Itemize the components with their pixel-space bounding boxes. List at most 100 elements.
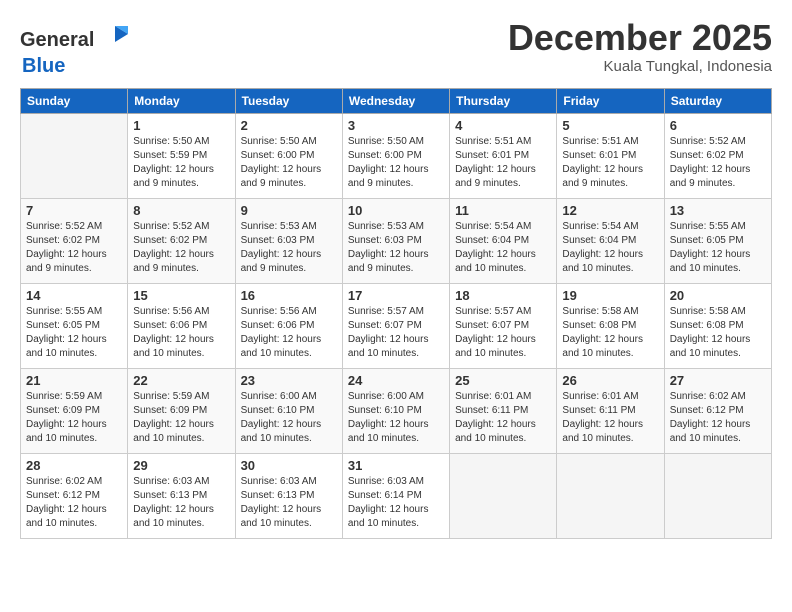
calendar-week-2: 14 Sunrise: 5:55 AMSunset: 6:05 PMDayligh… <box>21 284 772 369</box>
day-number: 3 <box>348 118 444 133</box>
calendar-cell-3-4: 25 Sunrise: 6:01 AMSunset: 6:11 PMDayligh… <box>450 369 557 454</box>
calendar-cell-0-2: 2 Sunrise: 5:50 AMSunset: 6:00 PMDaylight… <box>235 114 342 199</box>
day-number: 25 <box>455 373 551 388</box>
calendar-body: 1 Sunrise: 5:50 AMSunset: 5:59 PMDaylight… <box>21 114 772 539</box>
day-info: Sunrise: 6:01 AMSunset: 6:11 PMDaylight:… <box>562 390 658 446</box>
day-number: 11 <box>455 203 551 218</box>
day-info: Sunrise: 5:51 AMSunset: 6:01 PMDaylight:… <box>455 135 551 191</box>
day-number: 7 <box>26 203 122 218</box>
calendar-cell-3-2: 23 Sunrise: 6:00 AMSunset: 6:10 PMDayligh… <box>235 369 342 454</box>
calendar-cell-0-5: 5 Sunrise: 5:51 AMSunset: 6:01 PMDaylight… <box>557 114 664 199</box>
calendar-cell-3-5: 26 Sunrise: 6:01 AMSunset: 6:11 PMDayligh… <box>557 369 664 454</box>
day-info: Sunrise: 5:50 AMSunset: 6:00 PMDaylight:… <box>348 135 444 191</box>
day-info: Sunrise: 5:53 AMSunset: 6:03 PMDaylight:… <box>348 220 444 276</box>
day-number: 15 <box>133 288 229 303</box>
calendar-cell-2-0: 14 Sunrise: 5:55 AMSunset: 6:05 PMDayligh… <box>21 284 128 369</box>
day-number: 13 <box>670 203 766 218</box>
header: General Blue December 2025 Kuala Tungkal… <box>20 18 772 78</box>
calendar-cell-3-0: 21 Sunrise: 5:59 AMSunset: 6:09 PMDayligh… <box>21 369 128 454</box>
day-info: Sunrise: 5:53 AMSunset: 6:03 PMDaylight:… <box>241 220 337 276</box>
day-number: 19 <box>562 288 658 303</box>
calendar-week-3: 21 Sunrise: 5:59 AMSunset: 6:09 PMDayligh… <box>21 369 772 454</box>
calendar-table: Sunday Monday Tuesday Wednesday Thursday… <box>20 88 772 539</box>
th-wednesday: Wednesday <box>342 89 449 114</box>
calendar-cell-1-4: 11 Sunrise: 5:54 AMSunset: 6:04 PMDayligh… <box>450 199 557 284</box>
title-block: December 2025 Kuala Tungkal, Indonesia <box>508 18 772 75</box>
th-saturday: Saturday <box>664 89 771 114</box>
logo: General Blue <box>20 18 130 78</box>
calendar-cell-1-2: 9 Sunrise: 5:53 AMSunset: 6:03 PMDaylight… <box>235 199 342 284</box>
day-info: Sunrise: 5:52 AMSunset: 6:02 PMDaylight:… <box>26 220 122 276</box>
calendar-week-0: 1 Sunrise: 5:50 AMSunset: 5:59 PMDaylight… <box>21 114 772 199</box>
calendar-cell-0-4: 4 Sunrise: 5:51 AMSunset: 6:01 PMDaylight… <box>450 114 557 199</box>
day-info: Sunrise: 5:52 AMSunset: 6:02 PMDaylight:… <box>133 220 229 276</box>
day-number: 10 <box>348 203 444 218</box>
day-info: Sunrise: 5:59 AMSunset: 6:09 PMDaylight:… <box>133 390 229 446</box>
day-info: Sunrise: 6:00 AMSunset: 6:10 PMDaylight:… <box>241 390 337 446</box>
day-number: 5 <box>562 118 658 133</box>
th-monday: Monday <box>128 89 235 114</box>
calendar-cell-3-3: 24Sunrise: 6:00 AMSunset: 6:10 PMDayligh… <box>342 369 449 454</box>
day-number: 26 <box>562 373 658 388</box>
day-number: 2 <box>241 118 337 133</box>
calendar-cell-4-6 <box>664 454 771 539</box>
calendar-week-1: 7 Sunrise: 5:52 AMSunset: 6:02 PMDaylight… <box>21 199 772 284</box>
day-info: Sunrise: 6:03 AMSunset: 6:14 PMDaylight:… <box>348 475 444 531</box>
calendar-cell-4-2: 30Sunrise: 6:03 AMSunset: 6:13 PMDayligh… <box>235 454 342 539</box>
day-info: Sunrise: 6:02 AMSunset: 6:12 PMDaylight:… <box>26 475 122 531</box>
day-number: 27 <box>670 373 766 388</box>
calendar-cell-2-5: 19 Sunrise: 5:58 AMSunset: 6:08 PMDayligh… <box>557 284 664 369</box>
day-number: 21 <box>26 373 122 388</box>
day-info: Sunrise: 5:56 AMSunset: 6:06 PMDaylight:… <box>241 305 337 361</box>
calendar-cell-2-4: 18 Sunrise: 5:57 AMSunset: 6:07 PMDayligh… <box>450 284 557 369</box>
day-number: 20 <box>670 288 766 303</box>
calendar-cell-3-6: 27Sunrise: 6:02 AMSunset: 6:12 PMDayligh… <box>664 369 771 454</box>
day-number: 28 <box>26 458 122 473</box>
day-number: 23 <box>241 373 337 388</box>
th-tuesday: Tuesday <box>235 89 342 114</box>
day-number: 8 <box>133 203 229 218</box>
calendar-cell-1-6: 13 Sunrise: 5:55 AMSunset: 6:05 PMDayligh… <box>664 199 771 284</box>
day-number: 14 <box>26 288 122 303</box>
day-info: Sunrise: 5:58 AMSunset: 6:08 PMDaylight:… <box>562 305 658 361</box>
calendar-cell-0-1: 1 Sunrise: 5:50 AMSunset: 5:59 PMDaylight… <box>128 114 235 199</box>
calendar-cell-2-1: 15 Sunrise: 5:56 AMSunset: 6:06 PMDayligh… <box>128 284 235 369</box>
calendar-week-4: 28 Sunrise: 6:02 AMSunset: 6:12 PMDayligh… <box>21 454 772 539</box>
calendar-cell-4-0: 28 Sunrise: 6:02 AMSunset: 6:12 PMDayligh… <box>21 454 128 539</box>
day-info: Sunrise: 5:52 AMSunset: 6:02 PMDaylight:… <box>670 135 766 191</box>
calendar-cell-0-0 <box>21 114 128 199</box>
day-info: Sunrise: 5:54 AMSunset: 6:04 PMDaylight:… <box>455 220 551 276</box>
day-info: Sunrise: 5:58 AMSunset: 6:08 PMDaylight:… <box>670 305 766 361</box>
calendar-cell-0-3: 3 Sunrise: 5:50 AMSunset: 6:00 PMDaylight… <box>342 114 449 199</box>
th-thursday: Thursday <box>450 89 557 114</box>
day-info: Sunrise: 5:55 AMSunset: 6:05 PMDaylight:… <box>670 220 766 276</box>
day-info: Sunrise: 5:57 AMSunset: 6:07 PMDaylight:… <box>455 305 551 361</box>
day-info: Sunrise: 5:51 AMSunset: 6:01 PMDaylight:… <box>562 135 658 191</box>
calendar-cell-2-3: 17Sunrise: 5:57 AMSunset: 6:07 PMDayligh… <box>342 284 449 369</box>
day-info: Sunrise: 5:50 AMSunset: 6:00 PMDaylight:… <box>241 135 337 191</box>
day-info: Sunrise: 5:57 AMSunset: 6:07 PMDaylight:… <box>348 305 444 361</box>
day-number: 30 <box>241 458 337 473</box>
calendar-cell-2-6: 20 Sunrise: 5:58 AMSunset: 6:08 PMDayligh… <box>664 284 771 369</box>
month-title: December 2025 <box>508 18 772 58</box>
location: Kuala Tungkal, Indonesia <box>508 58 772 75</box>
day-info: Sunrise: 5:56 AMSunset: 6:06 PMDaylight:… <box>133 305 229 361</box>
day-info: Sunrise: 5:59 AMSunset: 6:09 PMDaylight:… <box>26 390 122 446</box>
calendar-cell-1-3: 10 Sunrise: 5:53 AMSunset: 6:03 PMDayligh… <box>342 199 449 284</box>
svg-text:General: General <box>20 29 94 51</box>
header-row: Sunday Monday Tuesday Wednesday Thursday… <box>21 89 772 114</box>
day-info: Sunrise: 5:55 AMSunset: 6:05 PMDaylight:… <box>26 305 122 361</box>
th-friday: Friday <box>557 89 664 114</box>
day-number: 9 <box>241 203 337 218</box>
day-number: 18 <box>455 288 551 303</box>
th-sunday: Sunday <box>21 89 128 114</box>
day-info: Sunrise: 6:01 AMSunset: 6:11 PMDaylight:… <box>455 390 551 446</box>
day-number: 1 <box>133 118 229 133</box>
day-number: 16 <box>241 288 337 303</box>
day-number: 4 <box>455 118 551 133</box>
calendar-cell-4-5 <box>557 454 664 539</box>
logo-blue-text: Blue <box>22 55 65 77</box>
day-info: Sunrise: 5:50 AMSunset: 5:59 PMDaylight:… <box>133 135 229 191</box>
day-number: 31 <box>348 458 444 473</box>
calendar-cell-2-2: 16 Sunrise: 5:56 AMSunset: 6:06 PMDayligh… <box>235 284 342 369</box>
